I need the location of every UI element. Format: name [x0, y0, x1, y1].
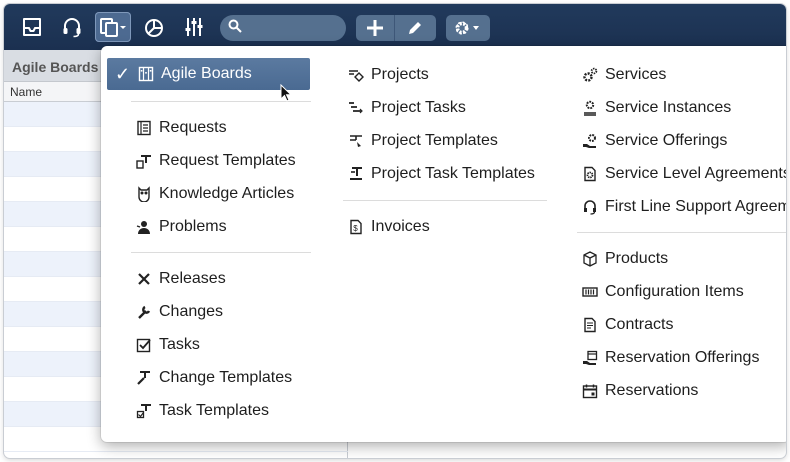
menu-item-invoices[interactable]: $ Invoices	[347, 214, 430, 240]
menu-item-service-level-agreements[interactable]: Service Level Agreements	[581, 161, 786, 187]
menu-item-service-offerings[interactable]: Service Offerings	[581, 128, 727, 154]
svg-text:$: $	[353, 224, 358, 233]
sla-icon	[581, 165, 599, 183]
menu-item-label: Tasks	[159, 336, 200, 353]
change-templates-icon	[135, 369, 153, 387]
create-edit-group	[356, 15, 436, 41]
add-icon[interactable]	[356, 15, 394, 41]
wrench-icon	[135, 303, 153, 321]
menu-item-label: Agile Boards	[161, 65, 252, 82]
project-task-templates-icon	[347, 165, 365, 183]
menu-item-label: Change Templates	[159, 369, 293, 386]
menu-item-projects[interactable]: Projects	[347, 62, 429, 88]
menu-item-requests[interactable]: Requests	[135, 115, 227, 141]
requests-icon	[135, 119, 153, 137]
inbox-icon[interactable]	[16, 12, 48, 42]
headset-icon[interactable]	[56, 12, 88, 42]
invoice-icon: $	[347, 218, 365, 236]
menu-item-task-templates[interactable]: Task Templates	[135, 398, 269, 424]
menu-item-label: Contracts	[605, 316, 674, 333]
menu-item-contracts[interactable]: Contracts	[581, 312, 673, 338]
menu-item-service-instances[interactable]: Service Instances	[581, 95, 731, 121]
task-checkbox-icon	[135, 336, 153, 354]
menu-item-label: Invoices	[371, 218, 430, 235]
menu-item-reservation-offerings[interactable]: Reservation Offerings	[581, 345, 759, 371]
task-templates-icon	[135, 402, 153, 420]
menu-item-releases[interactable]: Releases	[135, 266, 226, 292]
gear-menu-button[interactable]	[446, 15, 490, 41]
menu-item-products[interactable]: Products	[581, 246, 668, 272]
project-templates-icon	[347, 132, 365, 150]
menu-item-label: Reservation Offerings	[605, 349, 760, 366]
menu-item-label: First Line Support Agreem	[605, 198, 786, 215]
menu-item-label: Problems	[159, 218, 227, 235]
app-window: Agile Boards Name ✓ Agile Boards Request…	[4, 4, 786, 458]
service-instances-icon	[581, 99, 599, 117]
menu-item-label: Service Offerings	[605, 132, 728, 149]
project-tasks-icon	[347, 99, 365, 117]
records-menu-icon[interactable]	[95, 12, 131, 42]
mouse-cursor-icon	[280, 83, 293, 107]
menu-item-label: Project Task Templates	[371, 165, 535, 182]
menu-item-label: Products	[605, 250, 669, 267]
request-templates-icon	[135, 152, 153, 170]
menu-item-label: Services	[605, 66, 667, 83]
first-line-support-icon	[581, 198, 599, 216]
menu-item-label: Reservations	[605, 382, 699, 399]
menu-item-project-task-templates[interactable]: Project Task Templates	[347, 161, 535, 187]
configuration-items-icon	[581, 283, 599, 301]
menu-item-reservations[interactable]: Reservations	[581, 378, 698, 404]
menu-item-change-templates[interactable]: Change Templates	[135, 365, 292, 391]
contract-icon	[581, 316, 599, 334]
menu-item-label: Knowledge Articles	[159, 185, 295, 202]
menu-item-label: Service Instances	[605, 99, 732, 116]
services-icon	[581, 66, 599, 84]
menu-item-label: Project Templates	[371, 132, 498, 149]
menu-item-label: Task Templates	[159, 402, 269, 419]
owl-icon	[135, 185, 153, 203]
gear-menu-icon	[446, 15, 490, 41]
records-dropdown-menu: ✓ Agile Boards Requests Request Template…	[101, 46, 786, 442]
reservation-offerings-icon	[581, 349, 599, 367]
menu-item-label: Requests	[159, 119, 227, 136]
menu-item-project-tasks[interactable]: Project Tasks	[347, 95, 466, 121]
calendar-icon	[581, 382, 599, 400]
search-box[interactable]	[220, 15, 346, 41]
menu-item-label: Changes	[159, 303, 224, 320]
projects-icon	[347, 66, 365, 84]
menu-item-label: Releases	[159, 270, 226, 287]
menu-item-label: Projects	[371, 66, 429, 83]
search-input[interactable]	[246, 20, 336, 36]
menu-item-first-line-support[interactable]: First Line Support Agreem	[581, 194, 786, 220]
menu-item-project-templates[interactable]: Project Templates	[347, 128, 498, 154]
analytics-icon[interactable]	[138, 12, 170, 42]
edit-icon[interactable]	[395, 15, 435, 41]
menu-item-request-templates[interactable]: Request Templates	[135, 148, 296, 174]
menu-item-label: Service Level Agreements	[605, 165, 786, 182]
menu-item-problems[interactable]: Problems	[135, 214, 227, 240]
menu-item-label: Request Templates	[159, 152, 296, 169]
toolbar	[4, 4, 786, 50]
search-icon	[228, 19, 242, 38]
menu-item-changes[interactable]: Changes	[135, 299, 223, 325]
releases-icon	[135, 270, 153, 288]
menu-item-tasks[interactable]: Tasks	[135, 332, 200, 358]
menu-item-label: Configuration Items	[605, 283, 744, 300]
service-offerings-icon	[581, 132, 599, 150]
agile-board-icon	[137, 65, 155, 83]
menu-item-knowledge-articles[interactable]: Knowledge Articles	[135, 181, 294, 207]
menu-item-configuration-items[interactable]: Configuration Items	[581, 279, 744, 305]
problems-icon	[135, 218, 153, 236]
settings-sliders-icon[interactable]	[178, 12, 210, 42]
checkmark-icon: ✓	[115, 63, 131, 84]
products-box-icon	[581, 250, 599, 268]
menu-item-label: Project Tasks	[371, 99, 466, 116]
menu-item-services[interactable]: Services	[581, 62, 666, 88]
